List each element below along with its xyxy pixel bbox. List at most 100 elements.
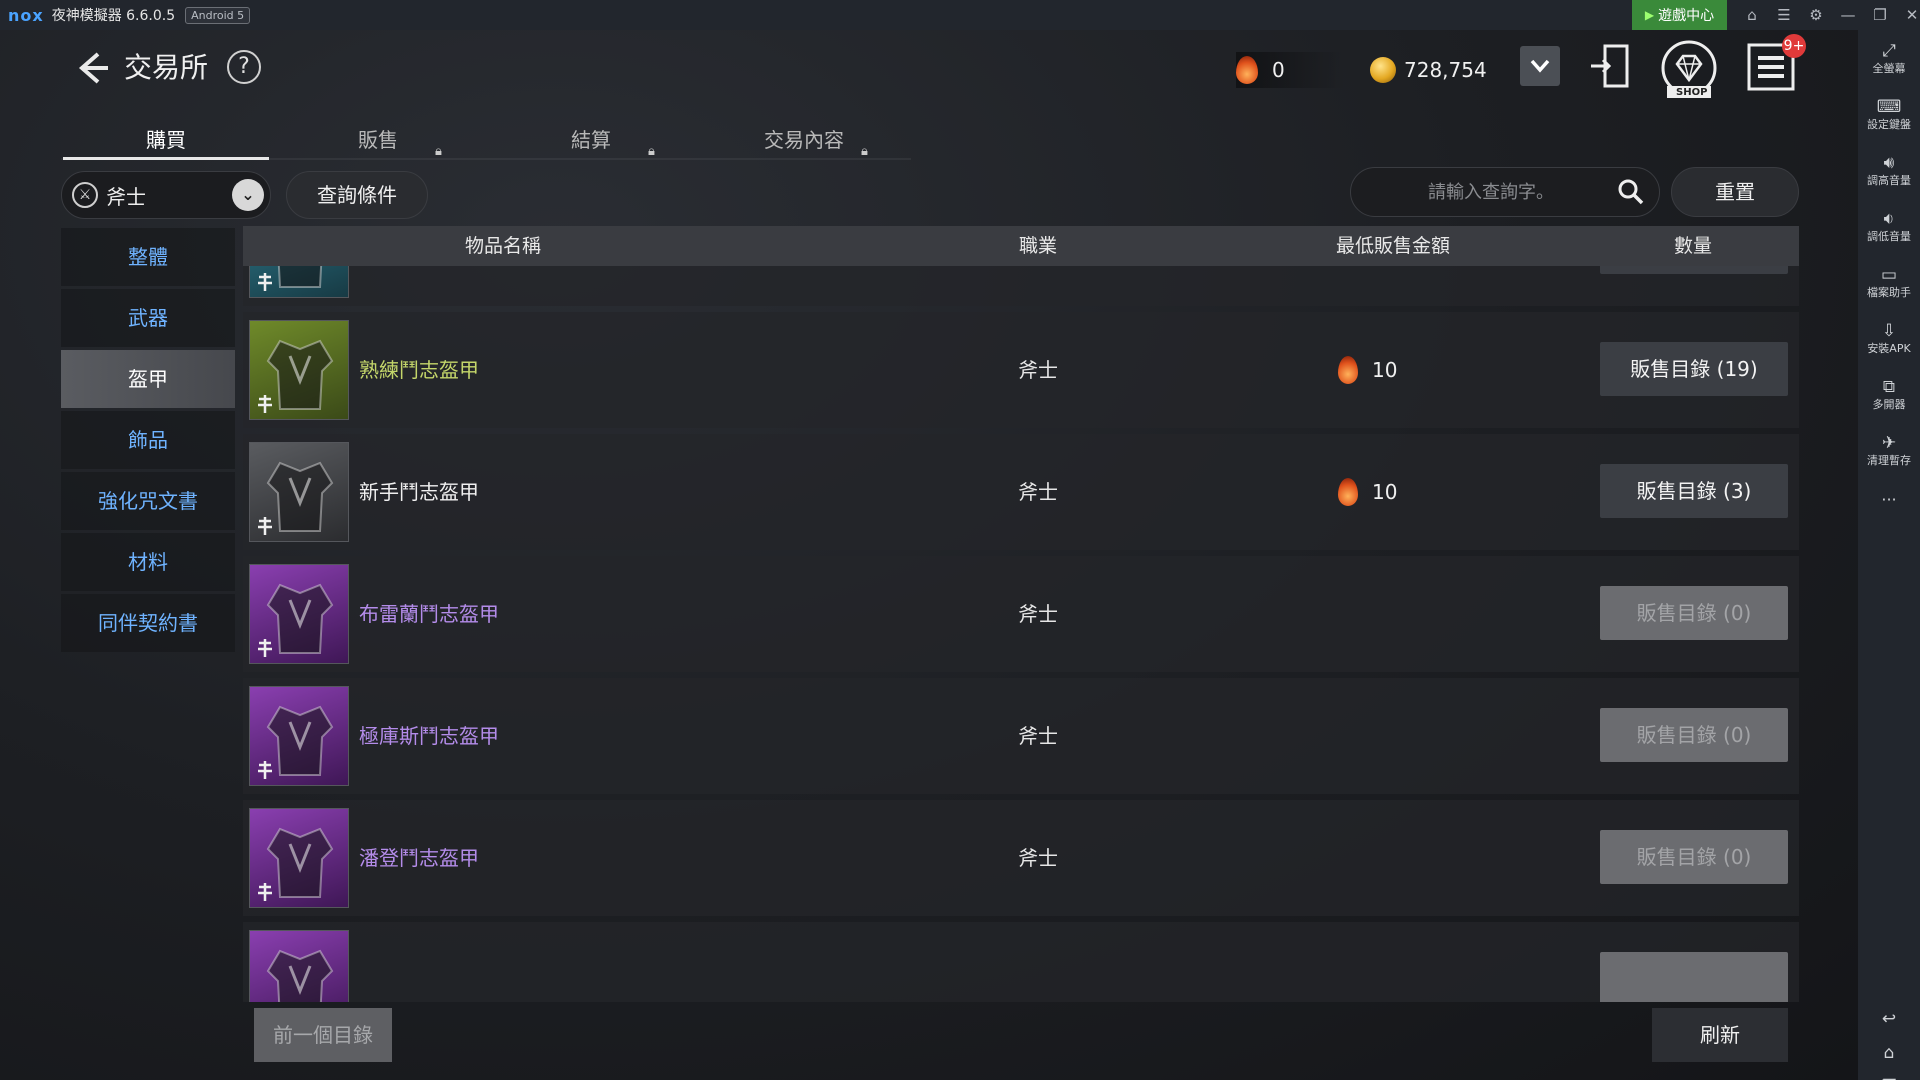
install-apk-icon: ⇩ — [1881, 321, 1897, 341]
table-row[interactable]: 潘登鬥志盔甲 斧士 販售目錄 (0) — [243, 800, 1799, 916]
search-box — [1350, 167, 1660, 217]
table-header: 物品名稱 職業 最低販售金額 數量 — [243, 226, 1799, 266]
previous-list-button[interactable]: 前一個目錄 — [254, 1008, 392, 1062]
toolbar-label: 安裝APK — [1867, 342, 1911, 355]
help-icon[interactable]: ? — [227, 50, 261, 84]
lock-icon: 🔒︎ — [435, 144, 442, 159]
table-row[interactable]: 布雷蘭鬥志盔甲 斧士 販售目錄 (0) — [243, 556, 1799, 672]
search-icon[interactable] — [1617, 178, 1645, 206]
armor-thumbnail-icon — [249, 930, 349, 1002]
item-class: 斧士 — [1018, 480, 1058, 504]
armor-thumbnail-icon — [249, 564, 349, 664]
category-companion-contract[interactable]: 同伴契約書 — [61, 594, 235, 652]
sale-list-button[interactable]: 販售目錄 (3) — [1600, 464, 1788, 518]
red-gem-icon — [1338, 356, 1358, 384]
table-row[interactable]: 熟練鬥志盔甲 斧士 10 販售目錄 (19) — [243, 312, 1799, 428]
toolbar-file-assistant-button[interactable]: ▭ 檔案助手 — [1858, 264, 1920, 300]
minimize-icon[interactable]: — — [1832, 6, 1864, 24]
tab-trade-history[interactable]: 交易內容 🔒︎ — [699, 118, 909, 188]
toolbar-label: 全螢幕 — [1872, 62, 1906, 75]
toolbar-volume-down-button[interactable]: 🔉︎ 調低音量 — [1858, 208, 1920, 244]
query-conditions-button[interactable]: 查詢條件 — [286, 171, 428, 219]
item-name: 新手鬥志盔甲 — [359, 480, 479, 504]
volume-up-icon: 🔊︎ — [1883, 153, 1895, 173]
game-center-label: 遊戲中心 — [1658, 8, 1715, 24]
table-row[interactable] — [243, 922, 1799, 1002]
back-arrow-icon[interactable] — [72, 48, 112, 88]
armor-thumbnail-icon — [249, 320, 349, 420]
table-row[interactable]: 極庫斯鬥志盔甲 斧士 販售目錄 (0) — [243, 678, 1799, 794]
header-min-price: 最低販售金額 — [1335, 235, 1450, 257]
toolbar-label: 清理暫存 — [1867, 454, 1911, 467]
close-icon[interactable]: ✕ — [1896, 6, 1920, 24]
gold-coin-icon — [1370, 57, 1396, 83]
sale-list-button[interactable] — [1600, 952, 1788, 1002]
gold-currency: 728,754 — [1370, 52, 1487, 88]
item-min-price: 10 — [1338, 434, 1397, 550]
category-material[interactable]: 材料 — [61, 533, 235, 591]
category-weapon[interactable]: 武器 — [61, 289, 235, 347]
category-accessory[interactable]: 飾品 — [61, 411, 235, 469]
gold-count: 728,754 — [1404, 58, 1487, 82]
android-home-icon[interactable]: ⌂ — [1858, 1042, 1920, 1064]
toolbar-clean-cache-button[interactable]: ✈ 清理暫存 — [1858, 432, 1920, 468]
more-options-icon[interactable]: ··· — [1858, 490, 1920, 509]
hamburger-icon[interactable]: ☰ — [1768, 6, 1800, 24]
toolbar-label: 多開器 — [1872, 398, 1906, 411]
sale-list-button[interactable]: 販售目錄 (0) — [1600, 708, 1788, 762]
shirt-icon[interactable]: ⌂ — [1736, 6, 1768, 24]
play-icon: ▶ — [1644, 8, 1655, 22]
search-input[interactable] — [1371, 168, 1611, 216]
sale-list-button[interactable]: 販售目錄 (0) — [1600, 586, 1788, 640]
toolbar-label: 設定鍵盤 — [1867, 118, 1911, 131]
android-recent-icon[interactable]: ❐ — [1858, 1076, 1920, 1080]
red-gem-icon — [1338, 478, 1358, 506]
notification-badge: 9+ — [1782, 34, 1806, 58]
lock-icon: 🔒︎ — [861, 144, 868, 159]
toolbar-label: 調低音量 — [1867, 230, 1911, 243]
sale-list-button[interactable]: 販售目錄 (19) — [1600, 342, 1788, 396]
item-name: 潘登鬥志盔甲 — [359, 846, 479, 870]
page-title: 交易所 — [124, 51, 209, 84]
category-armor[interactable]: 盔甲 — [61, 350, 235, 408]
sale-list-button[interactable]: 販售目錄 (0) — [1600, 830, 1788, 884]
red-gem-icon — [1236, 56, 1258, 84]
item-class: 斧士 — [1018, 602, 1058, 626]
android-version-badge: Android 5 — [185, 6, 251, 24]
refresh-button[interactable]: 刷新 — [1652, 1008, 1788, 1062]
currency-dropdown-button[interactable] — [1520, 46, 1560, 86]
toolbar-volume-up-button[interactable]: 🔊︎ 調高音量 — [1858, 152, 1920, 188]
tab-trade-history-label: 交易內容 — [764, 128, 844, 152]
category-list: 整體 武器 盔甲 飾品 強化咒文書 材料 同伴契約書 — [61, 228, 235, 655]
toolbar-multi-instance-button[interactable]: ⧉ 多開器 — [1858, 376, 1920, 412]
class-select[interactable]: ⚔ 斧士 ⌄ — [61, 171, 271, 219]
lock-icon: 🔒︎ — [648, 144, 655, 159]
tab-settle[interactable]: 結算 🔒︎ — [486, 118, 696, 188]
table-rows: 團結鬥志盔甲斧士65販售目錄 (5)熟練鬥志盔甲斧士10販售目錄 (19)新手鬥… — [243, 226, 1799, 1002]
exit-door-icon[interactable] — [1589, 42, 1633, 90]
android-back-icon[interactable]: ↩ — [1858, 1008, 1920, 1030]
reset-button[interactable]: 重置 — [1671, 167, 1799, 217]
volume-down-icon: 🔉︎ — [1883, 209, 1895, 229]
toolbar-install-apk-button[interactable]: ⇩ 安裝APK — [1858, 320, 1920, 356]
gear-icon[interactable]: ⚙ — [1800, 6, 1832, 24]
class-select-value: 斧士 — [106, 184, 146, 209]
tab-sell-label: 販售 — [358, 128, 398, 152]
toolbar-keyboard-button[interactable]: ⌨ 設定鍵盤 — [1858, 96, 1920, 132]
game-center-button[interactable]: ▶ 遊戲中心 — [1632, 0, 1727, 30]
window-controls: ⌂ ☰ ⚙ — ❐ ✕ — [1736, 0, 1920, 30]
restore-icon[interactable]: ❐ — [1864, 6, 1896, 24]
item-name: 布雷蘭鬥志盔甲 — [359, 602, 499, 626]
tab-buy-label: 購買 — [146, 128, 186, 152]
category-overall[interactable]: 整體 — [61, 228, 235, 286]
price-value: 10 — [1372, 358, 1398, 382]
clean-cache-icon: ✈ — [1881, 433, 1897, 453]
armor-thumbnail-icon — [249, 686, 349, 786]
header-item-name: 物品名稱 — [464, 235, 541, 257]
category-enhance-scroll[interactable]: 強化咒文書 — [61, 472, 235, 530]
axe-class-icon: ⚔ — [72, 182, 98, 208]
emulator-titlebar: nox 夜神模擬器 6.6.0.5 Android 5 ▶ 遊戲中心 ⌂ ☰ ⚙… — [0, 0, 1920, 30]
table-row[interactable]: 新手鬥志盔甲 斧士 10 販售目錄 (3) — [243, 434, 1799, 550]
header-class: 職業 — [1018, 235, 1057, 257]
toolbar-fullscreen-button[interactable]: ⤢ 全螢幕 — [1858, 40, 1920, 76]
